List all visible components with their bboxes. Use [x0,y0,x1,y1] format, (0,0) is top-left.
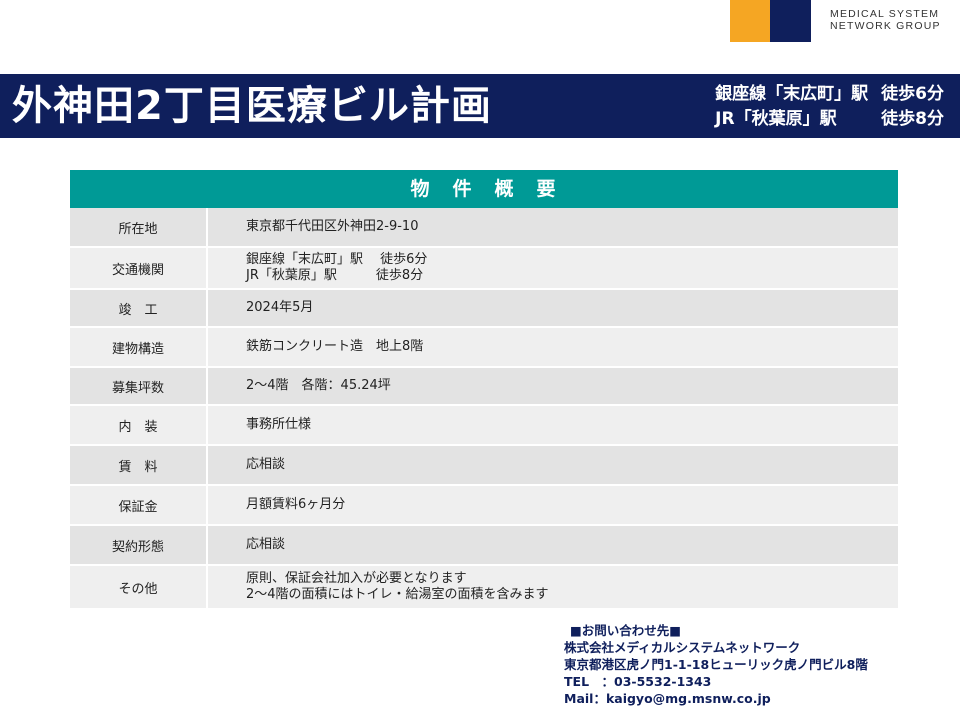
table-row: 契約形態 応相談 [70,526,898,566]
row-value: 2～4階 各階：45.24坪 [208,368,898,404]
row-value: 応相談 [208,526,898,564]
table-row: 内 装 事務所仕様 [70,406,898,446]
row-label: 内 装 [70,406,208,444]
row-value: 銀座線「末広町」駅 徒歩6分 JR「秋葉原」駅 徒歩8分 [208,248,898,288]
table-row: 賃 料 応相談 [70,446,898,486]
row-value: 2024年5月 [208,290,898,326]
row-label: 契約形態 [70,526,208,564]
access-walk: 徒歩8分 [881,109,944,129]
row-value-line: 事務所仕様 [246,417,312,432]
table-row: 竣 工 2024年5月 [70,290,898,328]
access-station: 銀座線「末広町」駅 [715,84,869,104]
row-value-line: JR「秋葉原」駅 徒歩8分 [246,268,424,283]
row-label: その他 [70,566,208,608]
table-row: 保証金 月額賃料6ヶ月分 [70,486,898,526]
logo-line-1: MEDICAL SYSTEM [830,8,940,20]
row-value: 東京都千代田区外神田2-9-10 [208,208,898,246]
company-logo: MEDICAL SYSTEM NETWORK GROUP [730,0,945,42]
row-value: 事務所仕様 [208,406,898,444]
row-label: 竣 工 [70,290,208,326]
access-row: JR「秋葉原」駅 徒歩8分 [715,107,944,132]
contact-company: 株式会社メディカルシステムネットワーク [564,640,801,655]
row-value-line: 月額賃料6ヶ月分 [246,497,346,512]
row-value-line: 2024年5月 [246,300,314,315]
contact-address: 東京都港区虎ノ門1-1-18ヒューリック虎ノ門ビル8階 [564,657,868,672]
contact-tel: TEL ：03-5532-1343 [564,674,712,689]
access-station: JR「秋葉原」駅 [715,109,837,129]
row-value: 原則、保証会社加入が必要となります 2～4階の面積にはトイレ・給湯室の面積を含みま… [208,566,898,608]
row-label: 建物構造 [70,328,208,366]
logo-navy-square [770,0,811,42]
row-value-line: 銀座線「末広町」駅 徒歩6分 [246,252,428,267]
row-label: 賃 料 [70,446,208,484]
row-value: 月額賃料6ヶ月分 [208,486,898,524]
property-overview-table: 物 件 概 要 所在地 東京都千代田区外神田2-9-10 交通機関 銀座線「末広町」駅… [70,170,898,610]
row-value-line: 原則、保証会社加入が必要となります [246,571,467,586]
title-bar: 外神田2丁目医療ビル計画 銀座線「末広町」駅 徒歩6分 JR「秋葉原」駅 徒歩8… [0,74,960,138]
row-value: 鉄筋コンクリート造 地上8階 [208,328,898,366]
page-title: 外神田2丁目医療ビル計画 [12,83,492,129]
table-row: 建物構造 鉄筋コンクリート造 地上8階 [70,328,898,368]
access-row: 銀座線「末広町」駅 徒歩6分 [715,82,944,107]
row-label: 交通機関 [70,248,208,288]
access-walk: 徒歩6分 [881,84,944,104]
table-heading: 物 件 概 要 [70,170,898,208]
logo-text: MEDICAL SYSTEM NETWORK GROUP [830,8,941,32]
table-body: 所在地 東京都千代田区外神田2-9-10 交通機関 銀座線「末広町」駅 徒歩6分 JR「… [70,208,898,610]
row-label: 所在地 [70,208,208,246]
table-row: 募集坪数 2～4階 各階：45.24坪 [70,368,898,406]
table-row: その他 原則、保証会社加入が必要となります 2～4階の面積にはトイレ・給湯室の面積を… [70,566,898,610]
contact-heading: ■お問い合わせ先■ [570,623,682,638]
row-value-line: 2～4階の面積にはトイレ・給湯室の面積を含みます [246,587,549,602]
row-value-line: 2～4階 各階：45.24坪 [246,378,391,393]
row-label: 募集坪数 [70,368,208,404]
table-row: 所在地 東京都千代田区外神田2-9-10 [70,208,898,248]
logo-line-2: NETWORK GROUP [830,20,941,32]
row-value-line: 応相談 [246,457,286,472]
contact-mail: Mail：kaigyo@mg.msnw.co.jp [564,691,771,706]
row-value: 応相談 [208,446,898,484]
table-row: 交通機関 銀座線「末広町」駅 徒歩6分 JR「秋葉原」駅 徒歩8分 [70,248,898,290]
row-value-line: 東京都千代田区外神田2-9-10 [246,219,419,234]
access-summary: 銀座線「末広町」駅 徒歩6分 JR「秋葉原」駅 徒歩8分 [715,82,944,132]
row-label: 保証金 [70,486,208,524]
contact-info: ■お問い合わせ先■ 株式会社メディカルシステムネットワーク 東京都港区虎ノ門1-… [564,622,868,707]
row-value-line: 鉄筋コンクリート造 地上8階 [246,339,424,354]
logo-orange-square [730,0,770,42]
row-value-line: 応相談 [246,537,286,552]
